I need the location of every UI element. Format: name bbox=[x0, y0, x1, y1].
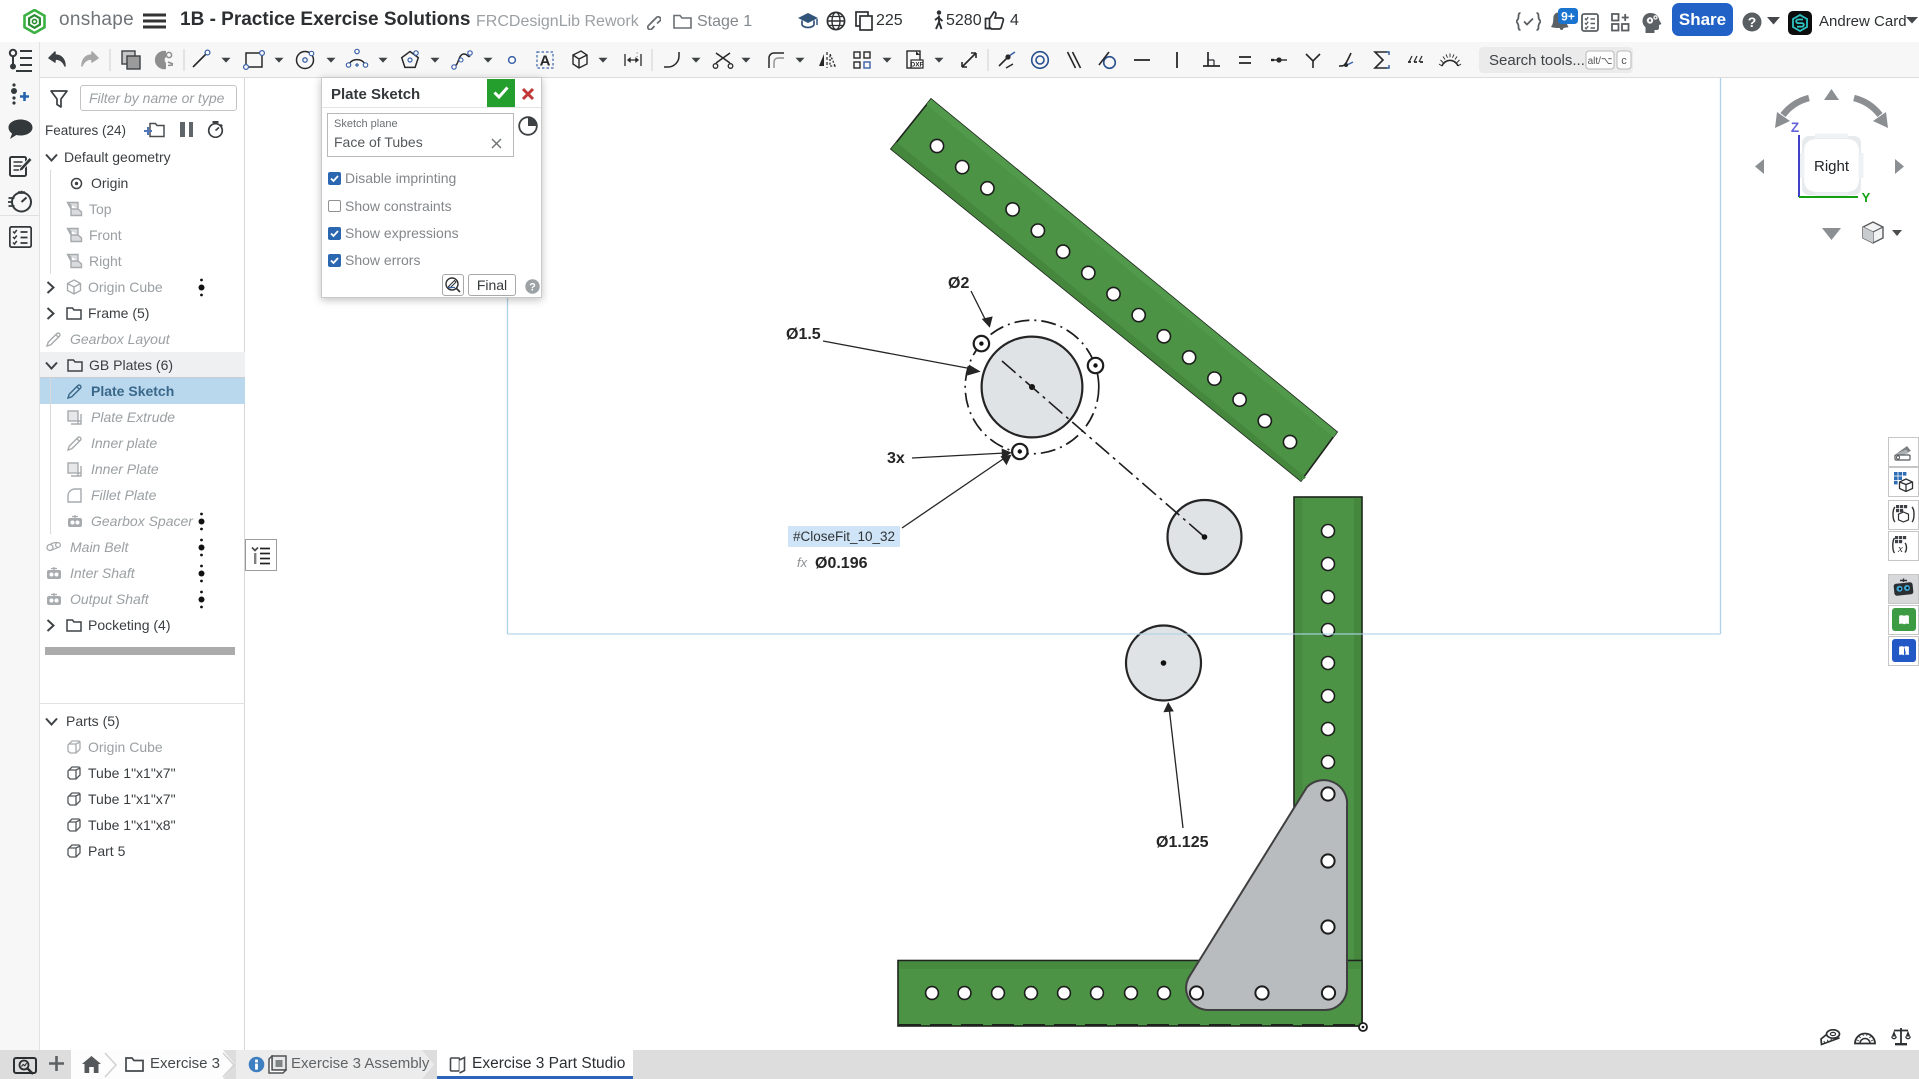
svg-text:?: ? bbox=[1748, 14, 1757, 30]
svg-text:Y: Y bbox=[1862, 190, 1871, 205]
svg-text:Ø1.5: Ø1.5 bbox=[786, 326, 821, 343]
svg-text:DXF: DXF bbox=[911, 62, 924, 69]
svg-text:Right: Right bbox=[1814, 158, 1850, 175]
svg-text:c: c bbox=[1621, 55, 1627, 67]
svg-text:Ø1.125: Ø1.125 bbox=[1156, 834, 1209, 851]
svg-text:Ø0.196: Ø0.196 bbox=[815, 555, 868, 572]
svg-text:9+: 9+ bbox=[1561, 9, 1575, 23]
svg-text::: : bbox=[636, 50, 638, 59]
svg-text:3x: 3x bbox=[887, 450, 905, 467]
svg-text:alt/⌥: alt/⌥ bbox=[1588, 56, 1613, 67]
svg-text:x: x bbox=[1897, 543, 1903, 555]
svg-text:Z: Z bbox=[1791, 120, 1799, 135]
svg-text:A: A bbox=[540, 53, 551, 70]
svg-text:fx: fx bbox=[797, 555, 808, 570]
svg-text:#CloseFit_10_32: #CloseFit_10_32 bbox=[793, 529, 895, 544]
svg-text:Search tools...: Search tools... bbox=[1489, 52, 1585, 69]
svg-text:Ø2: Ø2 bbox=[948, 275, 969, 292]
svg-text:?: ? bbox=[529, 281, 536, 293]
